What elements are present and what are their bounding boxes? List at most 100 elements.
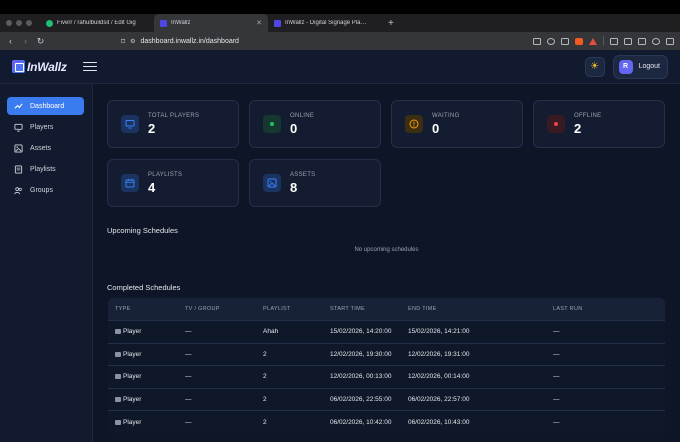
main-content: TOTAL PLAYERS 2 ONLINE 0 WAITING 0 OFFLI… <box>93 84 680 442</box>
tab-view-icon[interactable] <box>624 37 632 45</box>
back-icon[interactable]: ‹ <box>6 36 15 46</box>
logo[interactable]: InWallz <box>12 60 67 74</box>
new-tab-button[interactable]: + <box>382 18 400 29</box>
stat-card-assets: ASSETS 8 <box>249 159 381 207</box>
sidebar-item-label: Dashboard <box>30 102 65 110</box>
bookmark-icon[interactable]: ⌑ <box>121 37 125 46</box>
stat-card-total-players: TOTAL PLAYERS 2 <box>107 100 239 148</box>
app-header: InWallz ☀ R Logout <box>0 50 680 84</box>
vpn-icon[interactable] <box>652 37 660 45</box>
browser-tab-inwallz-platform[interactable]: InWallz - Digital Signage Platform <box>268 14 382 32</box>
playlist-cell: 2 <box>263 350 267 358</box>
close-window-button[interactable] <box>6 20 12 26</box>
upcoming-empty-text: No upcoming schedules <box>354 247 419 253</box>
table-header: TYPE TV / GROUP PLAYLIST START TIME END … <box>108 298 665 320</box>
stat-value: 4 <box>148 179 156 195</box>
type-cell: Player <box>108 328 185 335</box>
player-icon <box>115 397 121 403</box>
end-time-cell: 06/02/2026, 22:57:00 <box>408 396 470 404</box>
image-icon <box>14 143 23 153</box>
stat-label: ASSETS <box>290 171 316 178</box>
column-header-playlist: PLAYLIST <box>263 306 291 312</box>
stat-label: TOTAL PLAYERS <box>148 112 200 119</box>
table-row: Player — 2 06/02/2026, 10:42:00 06/02/2026, … <box>108 410 665 433</box>
brave-rewards-icon[interactable] <box>589 37 597 45</box>
maximize-window-button[interactable] <box>26 20 32 26</box>
tv-group-cell: — <box>185 373 192 381</box>
window-controls <box>0 20 40 26</box>
tab-title: Fiverr / rahulbuildsit / Edit Gig <box>57 20 136 26</box>
sidebar-item-label: Playlists <box>30 165 56 173</box>
player-icon <box>115 351 121 357</box>
logout-button[interactable]: R Logout <box>612 54 668 79</box>
brave-shield-icon[interactable] <box>575 37 583 45</box>
monitor-icon <box>121 115 139 133</box>
inwallz-favicon-icon <box>274 19 281 27</box>
type-cell: Player <box>108 373 185 380</box>
table-row: Player — 2 12/02/2026, 00:13:00 12/02/2026, … <box>108 365 665 388</box>
calendar-icon <box>121 174 139 192</box>
toolbar-divider <box>603 36 604 46</box>
forward-icon[interactable]: › <box>21 36 30 46</box>
type-cell: Player <box>108 396 185 403</box>
url-field[interactable]: dashboard.inwallz.in/dashboard <box>141 38 239 45</box>
address-bar: ‹ › ↻ ⌑ ⚙ dashboard.inwallz.in/dashboard <box>0 32 680 50</box>
menu-icon[interactable] <box>666 37 674 45</box>
last-run-cell: — <box>553 328 560 336</box>
logo-text: InWallz <box>27 59 67 74</box>
end-time-cell: 15/02/2026, 14:21:00 <box>408 328 470 336</box>
end-time-cell: 12/02/2026, 19:31:00 <box>408 350 470 358</box>
minimize-window-button[interactable] <box>16 20 22 26</box>
cast-icon[interactable] <box>533 37 541 45</box>
table-row: Player — 2 12/02/2026, 19:30:00 12/02/2026, … <box>108 342 665 366</box>
sidebar-item-label: Players <box>30 123 54 131</box>
browser-tab-inwallz[interactable]: InWallz ✕ <box>154 14 268 32</box>
sidebar-toggle-icon[interactable] <box>610 37 618 45</box>
inwallz-favicon-icon <box>160 19 167 27</box>
offline-dot-icon <box>547 115 565 133</box>
sun-icon: ☀ <box>590 61 600 72</box>
users-icon <box>14 186 23 195</box>
app: InWallz ☀ R Logout Dashboard Players Ass… <box>0 50 680 442</box>
trend-icon <box>14 102 23 111</box>
sidebar-item-playlists[interactable]: Playlists <box>7 160 84 178</box>
player-icon <box>115 374 121 380</box>
sidebar-item-label: Groups <box>30 186 53 194</box>
type-cell: Player <box>108 351 185 358</box>
sidebar-item-label: Assets <box>30 144 52 152</box>
stat-label: ONLINE <box>290 112 315 119</box>
stat-value: 0 <box>290 120 298 136</box>
sidebar-item-players[interactable]: Players <box>7 118 84 136</box>
upcoming-schedules-title: Upcoming Schedules <box>107 226 178 235</box>
tab-title: InWallz <box>171 20 191 26</box>
avatar: R <box>618 59 633 74</box>
stat-value: 8 <box>290 179 298 195</box>
wallet-icon[interactable] <box>638 37 646 45</box>
share-icon[interactable] <box>561 37 569 45</box>
theme-toggle-button[interactable]: ☀ <box>584 56 605 77</box>
site-info-icon[interactable]: ⚙ <box>130 38 135 45</box>
hamburger-menu-icon[interactable] <box>82 61 97 72</box>
type-label: Player <box>123 418 142 426</box>
column-header-end-time: END TIME <box>408 306 437 312</box>
stat-value: 0 <box>432 120 440 136</box>
tv-group-cell: — <box>185 328 192 336</box>
playlist-cell: 2 <box>263 418 267 426</box>
stat-label: WAITING <box>432 112 460 119</box>
stat-card-waiting: WAITING 0 <box>391 100 523 148</box>
reload-icon[interactable]: ↻ <box>36 36 45 47</box>
sidebar-item-dashboard[interactable]: Dashboard <box>7 97 84 115</box>
stat-value: 2 <box>574 120 582 136</box>
stat-value: 2 <box>148 120 156 136</box>
sidebar-item-groups[interactable]: Groups <box>7 181 84 199</box>
end-time-cell: 12/02/2026, 00:14:00 <box>408 373 470 381</box>
browser-tab-fiverr[interactable]: Fiverr / rahulbuildsit / Edit Gig <box>40 14 154 32</box>
key-icon[interactable] <box>547 37 555 45</box>
stat-card-offline: OFFLINE 2 <box>533 100 665 148</box>
close-tab-icon[interactable]: ✕ <box>256 19 262 27</box>
table-row: Player — 2 06/02/2026, 22:55:00 06/02/2026, … <box>108 387 665 411</box>
start-time-cell: 06/02/2026, 22:55:00 <box>330 396 392 404</box>
column-header-type: TYPE <box>115 306 131 312</box>
sidebar-item-assets[interactable]: Assets <box>7 139 84 157</box>
type-label: Player <box>123 396 142 404</box>
